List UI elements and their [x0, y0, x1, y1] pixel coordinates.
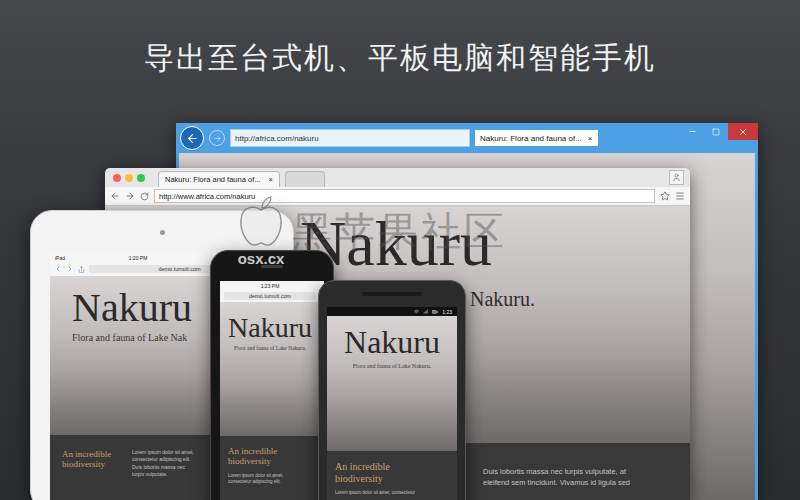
chrome-toolbar: http://www.africa.com/nakuru [105, 187, 690, 206]
page-subtitle: Flora and fauna of Lake Nakuru. [353, 363, 432, 369]
close-button[interactable] [728, 123, 758, 140]
body-text: eleifend sem tincidunt. Vivamus id ligul… [483, 478, 690, 489]
body-text: Duis lobortis massa nec [132, 464, 194, 471]
wifi-icon [414, 309, 419, 314]
apple-logo-icon [236, 196, 286, 248]
safari-toolbar: demo.tumult.com [220, 290, 320, 303]
page-title: Nakuru [228, 313, 312, 342]
back-arrow-icon [186, 132, 199, 145]
headline: 导出至台式机、平板电脑和智能手机 [0, 0, 800, 79]
page-hero: Nakuru Flora and fauna of Lake Nakuru. [327, 316, 457, 451]
body-text: Duis lobortis massa nec turpis vulputate… [483, 467, 690, 478]
section-heading: An incredible biodiversity [335, 461, 435, 484]
body-text: Lorem ipsum dolor sit amet, [132, 449, 194, 456]
close-icon [738, 127, 748, 137]
browser-tab[interactable]: Nakuru: Flora and fauna of... × [158, 171, 280, 187]
clock: 1:23 PM [261, 283, 280, 289]
page-subtitle: Flora and fauna of Lake Nakuru. [234, 345, 306, 351]
tab-close-button[interactable]: × [588, 134, 593, 143]
forward-button[interactable] [209, 130, 225, 146]
clock: 1:23 [442, 309, 452, 315]
address-field[interactable]: demo.tumult.com [224, 292, 316, 300]
page-title: Nakuru [72, 287, 192, 329]
minimize-light-icon[interactable] [125, 174, 133, 182]
bookmark-star-icon[interactable] [660, 191, 670, 201]
body-text: Lorem ipsum dolor sit amet, [228, 473, 316, 480]
traffic-lights [113, 174, 145, 182]
body-text: turpis vulputate. [132, 471, 194, 478]
body-column: Lorem ipsum dolor sit amet,consectetur a… [132, 449, 194, 497]
android-phone: 1:23 Nakuru Flora and fauna of Lake Nakuru… [318, 280, 466, 500]
speaker-icon [261, 265, 283, 268]
back-arrow-icon[interactable] [110, 191, 120, 201]
chrome-title-bar: Nakuru: Flora and fauna of... × [105, 168, 690, 187]
android-screen: 1:23 Nakuru Flora and fauna of Lake Nakuru… [327, 307, 457, 500]
back-icon[interactable] [54, 265, 62, 273]
menu-icon[interactable] [675, 191, 685, 201]
minimize-button[interactable] [680, 123, 704, 140]
section-heading: An incredible biodiversity [62, 449, 126, 497]
minimize-icon [688, 127, 697, 136]
close-light-icon[interactable] [113, 174, 121, 182]
tab-close-button[interactable]: × [268, 175, 272, 184]
page-body: An incredible biodiversity Lorem ipsum do… [220, 436, 324, 500]
page-body: An incredible biodiversity Lorem ipsum do… [327, 451, 457, 500]
watermark-title: 黑苹果社区 [292, 204, 507, 259]
browser-tab[interactable]: Nakuru: Flora and fauna of... × [475, 130, 598, 146]
new-tab-button[interactable] [285, 171, 325, 187]
iphone: 1:23 PM demo.tumult.com Nakuru Flora and fa… [210, 250, 334, 500]
watermark-site: osx.cx [238, 250, 285, 267]
window-controls [680, 123, 758, 140]
tab-label: Nakuru: Flora and fauna of... [480, 134, 582, 143]
battery-icon [432, 309, 438, 315]
promo-canvas: 导出至台式机、平板电脑和智能手机 http://africa.com/nakuru… [0, 0, 800, 500]
forward-arrow-icon[interactable] [125, 191, 135, 201]
page-subtitle: Nakuru. [470, 288, 535, 311]
page-title: Nakuru [344, 326, 440, 360]
profile-button[interactable] [669, 170, 684, 185]
address-field[interactable]: http://africa.com/nakuru [230, 129, 470, 147]
body-text: consectetur adipiscing elit. [228, 479, 316, 486]
status-bar: 1:23 [327, 307, 457, 316]
maximize-icon [712, 128, 720, 136]
user-icon [672, 173, 681, 182]
maximize-button[interactable] [704, 123, 728, 140]
watermark: osx.cx 黑苹果社区 [236, 196, 507, 267]
carrier-label: iPad [55, 255, 65, 261]
body-column: Lorem ipsum dolor sit amet, consectetur [335, 490, 449, 497]
back-button[interactable] [180, 126, 204, 150]
signal-icon [423, 309, 428, 314]
ie-title-bar: http://africa.com/nakuru Nakuru: Flora an… [176, 123, 758, 153]
share-icon[interactable] [78, 266, 85, 273]
tab-label: Nakuru: Flora and fauna of... [165, 175, 260, 184]
speaker-grille-icon [362, 292, 422, 296]
status-bar: iPad 1:20 PM [50, 253, 216, 262]
status-bar: 1:23 PM [220, 281, 320, 290]
body-text: consectetur adipiscing elit. [132, 456, 194, 463]
address-field[interactable]: http://www.africa.com/nakuru [154, 189, 655, 203]
section-heading: An incredible biodiversity [228, 446, 308, 467]
reload-icon[interactable] [140, 192, 149, 201]
page-hero: Nakuru Flora and fauna of Lake Nakuru. [220, 303, 324, 436]
forward-arrow-icon [213, 134, 222, 143]
camera-icon [160, 230, 165, 235]
forward-icon[interactable] [66, 265, 74, 273]
iphone-screen: 1:23 PM demo.tumult.com Nakuru Flora and fa… [220, 281, 324, 500]
body-text: Lorem ipsum dolor sit amet, consectetur [335, 490, 449, 497]
zoom-light-icon[interactable] [137, 174, 145, 182]
page-subtitle: Flora and fauna of Lake Nak [72, 332, 187, 343]
body-column: Lorem ipsum dolor sit amet,consectetur a… [228, 473, 316, 486]
clock: 1:20 PM [129, 255, 148, 261]
